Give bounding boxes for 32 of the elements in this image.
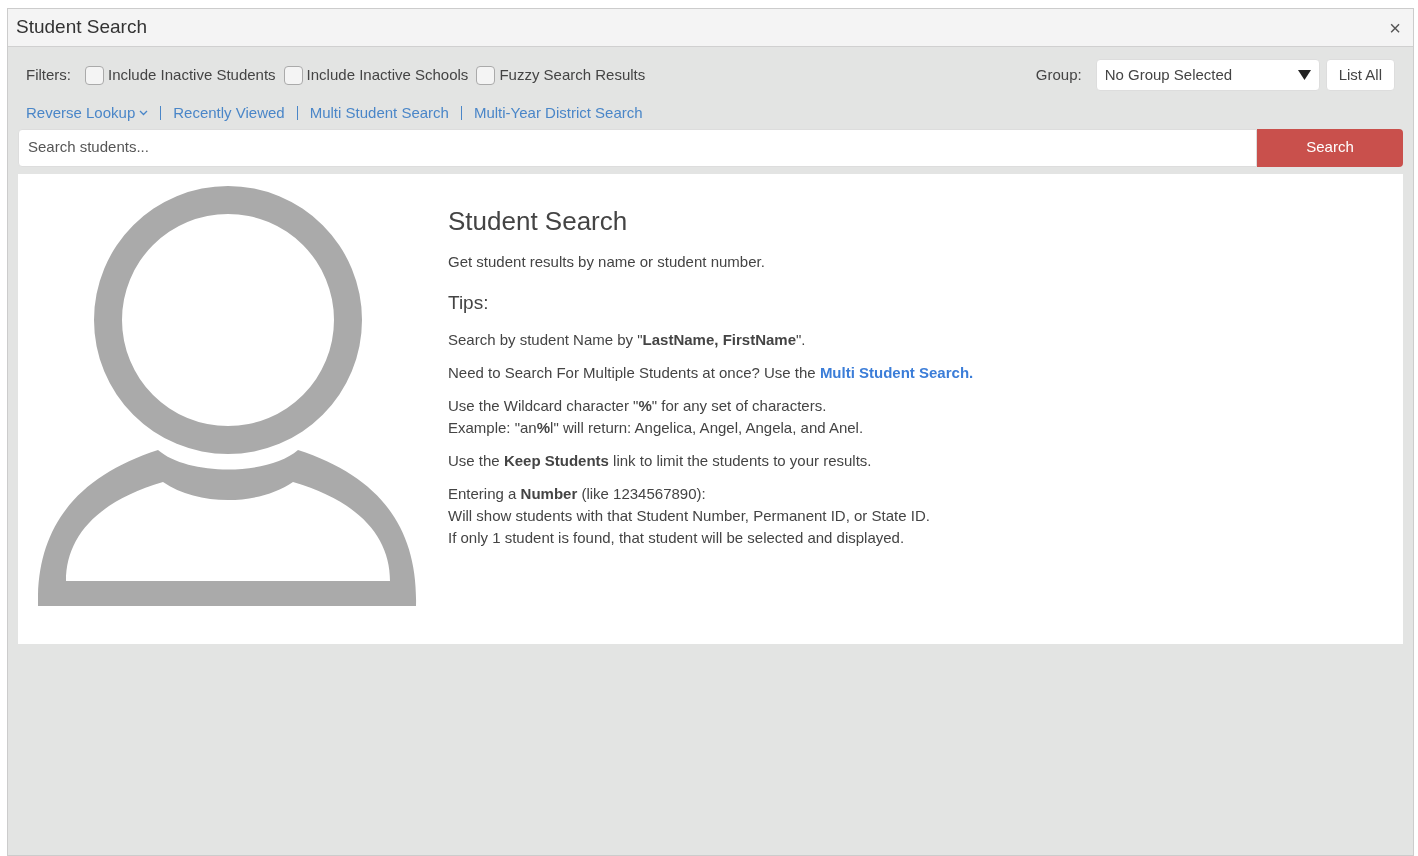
tip-text: Use the Keep Students link to limit the students to your results. <box>448 450 873 471</box>
checkbox-label: Include Inactive Schools <box>306 64 469 85</box>
help-subtitle: Get student results by name or student number. <box>448 251 766 272</box>
dropdown-link[interactable]: Reverse Lookup <box>26 102 149 125</box>
filters-label: Filters: <box>26 64 71 85</box>
multi-student-search-link[interactable]: Multi Student Search. <box>819 363 974 381</box>
tips-title: Tips: <box>448 291 490 315</box>
help-title: Student Search <box>448 207 629 234</box>
tip-text: Search by student Name by "LastName, FirstName". <box>448 329 807 350</box>
tip-text: Example: "an%l" will return: Angelica, Angel, Angela, and Anel. <box>448 417 865 438</box>
search-button[interactable]: Search <box>1257 128 1403 167</box>
close-button[interactable]: × <box>1385 17 1405 38</box>
checkbox[interactable] <box>283 65 303 85</box>
window-title: Student Search <box>16 15 147 40</box>
search-field[interactable]: Search students... <box>18 128 1257 167</box>
group-dropdown[interactable]: No Group Selected <box>1095 59 1320 91</box>
tip-text: Will show students with that Student Number, Permanent ID, or State ID. <box>448 505 931 526</box>
chevron-down-icon <box>139 110 149 117</box>
checkbox[interactable] <box>85 65 104 85</box>
nav-link[interactable]: Recently Viewed <box>173 102 285 125</box>
tip-text: Entering a Number (like 1234567890): <box>448 483 707 504</box>
tip-text: Need to Search For Multiple Students at once? Use the Multi Student Search. <box>448 362 974 383</box>
checkbox[interactable] <box>476 65 496 85</box>
dropdown-arrow-icon <box>1297 70 1311 80</box>
nav-link[interactable]: Multi-Year District Search <box>473 102 643 125</box>
list-all-button[interactable]: List All <box>1325 59 1395 91</box>
checkbox-label: Fuzzy Search Results <box>499 64 646 85</box>
tip-text: If only 1 student is found, that student will be selected and displayed. <box>448 527 906 548</box>
nav-link[interactable]: Multi Student Search <box>309 102 449 125</box>
tip-text: Use the Wildcard character "%" for any set of characters. <box>448 395 828 416</box>
checkbox-label: Include Inactive Students <box>108 64 276 85</box>
group-label: Group: <box>1035 64 1082 85</box>
